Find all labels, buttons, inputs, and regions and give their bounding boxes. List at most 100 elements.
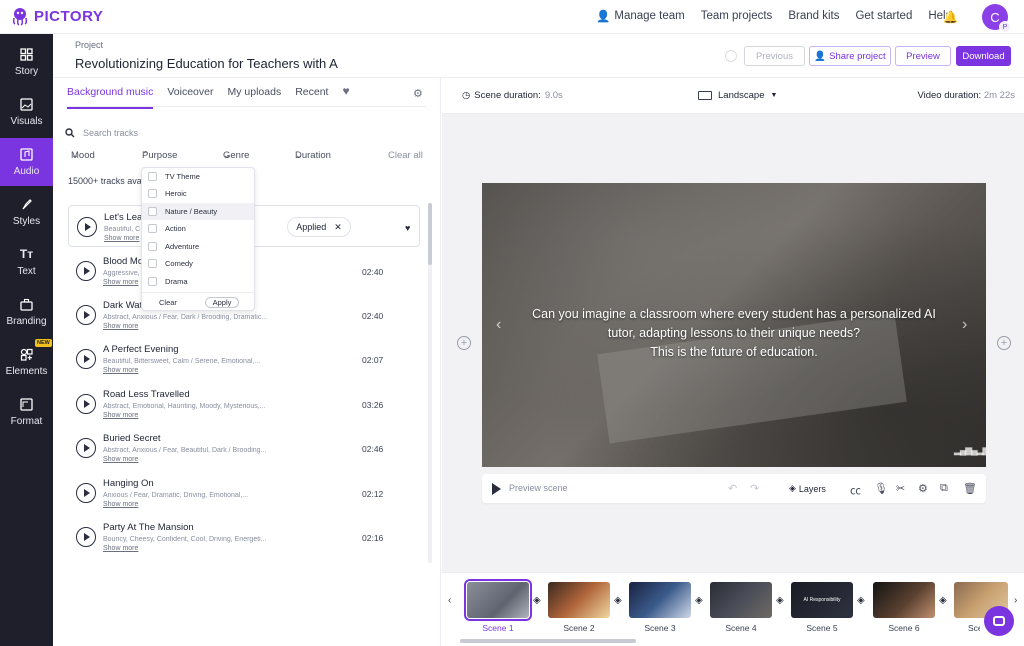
play-icon[interactable]: [76, 438, 96, 458]
heart-icon[interactable]: ♥: [405, 223, 410, 233]
sidebar-item-story[interactable]: Story: [0, 38, 53, 86]
project-title[interactable]: Revolutionizing Education for Teachers w…: [75, 56, 345, 71]
layers-icon[interactable]: ◈: [776, 595, 784, 606]
play-icon[interactable]: [76, 394, 96, 414]
scissors-icon[interactable]: ✂: [896, 482, 905, 495]
show-more-link[interactable]: Show more: [103, 367, 138, 374]
gear-icon[interactable]: ⚙: [918, 482, 928, 495]
track-row[interactable]: A Perfect Evening Beautiful, Bittersweet…: [68, 338, 420, 380]
music-settings-icon[interactable]: ⚙: [413, 87, 423, 100]
track-row[interactable]: Hanging On Anxious / Fear, Dramatic, Dri…: [68, 472, 420, 514]
checkbox[interactable]: [148, 224, 157, 233]
chat-support-button[interactable]: [984, 606, 1014, 636]
search-bar[interactable]: Search tracks: [65, 125, 427, 141]
clear-all-button[interactable]: Clear all: [388, 150, 423, 161]
chevron-left-icon[interactable]: ‹: [496, 316, 501, 334]
undo-icon[interactable]: ↶: [728, 482, 737, 495]
preview-button[interactable]: Preview: [895, 46, 951, 66]
scene-thumbnail-2[interactable]: [548, 582, 610, 618]
team-projects-link[interactable]: Team projects: [701, 9, 773, 23]
duplicate-icon[interactable]: ⧉: [940, 482, 948, 495]
applied-badge[interactable]: Applied ✕: [287, 217, 351, 237]
checkbox[interactable]: [148, 189, 157, 198]
track-row[interactable]: Party At The Mansion Bouncy, Cheesy, Con…: [68, 516, 420, 558]
purpose-option-heroic[interactable]: Heroic: [142, 185, 254, 202]
dropdown-apply-button[interactable]: Apply: [205, 297, 239, 308]
sidebar-item-format[interactable]: Format: [0, 388, 53, 436]
show-more-link[interactable]: Show more: [103, 323, 138, 330]
share-project-button[interactable]: 👤 Share project: [809, 46, 891, 66]
orientation-select[interactable]: Landscape ▼: [698, 90, 777, 101]
add-scene-right-icon[interactable]: +: [997, 336, 1011, 350]
list-scrollbar[interactable]: [428, 203, 432, 265]
scene-thumbnail-6[interactable]: [873, 582, 935, 618]
show-more-link[interactable]: Show more: [103, 279, 138, 286]
trash-icon[interactable]: 🗑: [963, 482, 977, 495]
play-icon[interactable]: [76, 305, 96, 325]
purpose-option-adventure[interactable]: Adventure: [142, 238, 254, 255]
track-row[interactable]: Buried Secret Abstract, Anxious / Fear, …: [68, 427, 420, 469]
avatar[interactable]: CP: [982, 4, 1011, 33]
bell-icon[interactable]: 🔔: [943, 10, 958, 24]
pictory-logo[interactable]: PICTORY: [10, 6, 103, 26]
scene-duration[interactable]: ◷ Scene duration: 9.0s: [462, 90, 563, 101]
get-started-link[interactable]: Get started: [855, 9, 912, 23]
strip-scrollbar[interactable]: [460, 639, 636, 643]
chevron-right-icon[interactable]: ›: [962, 316, 967, 334]
show-more-link[interactable]: Show more: [103, 456, 138, 463]
layers-icon[interactable]: ◈: [857, 595, 865, 606]
scene-thumbnail-1[interactable]: [464, 579, 532, 621]
dropdown-clear-button[interactable]: Clear: [159, 298, 177, 307]
checkbox[interactable]: [148, 242, 157, 251]
sidebar-item-text[interactable]: Tт Text: [0, 238, 53, 286]
checkbox[interactable]: [148, 259, 157, 268]
play-icon[interactable]: [76, 527, 96, 547]
close-icon[interactable]: ✕: [334, 222, 342, 233]
layers-button[interactable]: ◈ Layers: [789, 483, 826, 494]
scene-thumbnail-3[interactable]: [629, 582, 691, 618]
checkbox[interactable]: [148, 277, 157, 286]
show-more-link[interactable]: Show more: [103, 501, 138, 508]
sidebar-item-elements[interactable]: NEW Elements: [0, 338, 53, 386]
preview-scene-label[interactable]: Preview scene: [509, 483, 568, 493]
sidebar-item-styles[interactable]: Styles: [0, 188, 53, 236]
chevron-right-icon[interactable]: ›: [1014, 595, 1017, 606]
purpose-option-comedy[interactable]: Comedy: [142, 255, 254, 272]
checkbox[interactable]: [148, 207, 157, 216]
track-row[interactable]: Road Less Travelled Abstract, Emotional,…: [68, 383, 420, 425]
sidebar-item-branding[interactable]: Branding: [0, 288, 53, 336]
redo-icon[interactable]: ↷: [750, 482, 759, 495]
chevron-left-icon[interactable]: ‹: [448, 595, 451, 606]
checkbox[interactable]: [148, 172, 157, 181]
brand-kits-link[interactable]: Brand kits: [788, 9, 839, 23]
microphone-icon[interactable]: 🎙: [874, 482, 888, 495]
scene-canvas[interactable]: Can you imagine a classroom where every …: [482, 183, 986, 467]
scene-caption[interactable]: Can you imagine a classroom where every …: [512, 305, 956, 362]
show-more-link[interactable]: Show more: [103, 545, 138, 552]
purpose-option-action[interactable]: Action: [142, 220, 254, 237]
layers-icon[interactable]: ◈: [533, 595, 541, 606]
purpose-option-tv-theme[interactable]: TV Theme: [142, 168, 254, 185]
purpose-option-nature-beauty[interactable]: Nature / Beauty: [142, 203, 254, 220]
scene-thumbnail-5[interactable]: AI Responsibility: [791, 582, 853, 618]
show-more-link[interactable]: Show more: [103, 412, 138, 419]
search-input[interactable]: Search tracks: [83, 128, 138, 138]
captions-cc-icon[interactable]: ㏄: [850, 482, 861, 498]
add-scene-left-icon[interactable]: +: [457, 336, 471, 350]
play-icon[interactable]: [492, 483, 501, 495]
play-icon[interactable]: [76, 349, 96, 369]
play-icon[interactable]: [76, 483, 96, 503]
layers-icon[interactable]: ◈: [695, 595, 703, 606]
play-icon[interactable]: [77, 217, 97, 237]
manage-team-link[interactable]: 👤 Manage team: [596, 9, 685, 23]
sidebar-item-visuals[interactable]: Visuals: [0, 88, 53, 136]
play-icon[interactable]: [76, 261, 96, 281]
sidebar-item-audio[interactable]: Audio: [0, 138, 53, 186]
layers-icon[interactable]: ◈: [614, 595, 622, 606]
scene-thumbnail-4[interactable]: [710, 582, 772, 618]
purpose-option-drama[interactable]: Drama: [142, 273, 254, 290]
previous-button[interactable]: Previous: [744, 46, 805, 66]
layers-icon[interactable]: ◈: [939, 595, 947, 606]
show-more-link[interactable]: Show more: [104, 235, 139, 242]
download-button[interactable]: Download: [956, 46, 1011, 66]
